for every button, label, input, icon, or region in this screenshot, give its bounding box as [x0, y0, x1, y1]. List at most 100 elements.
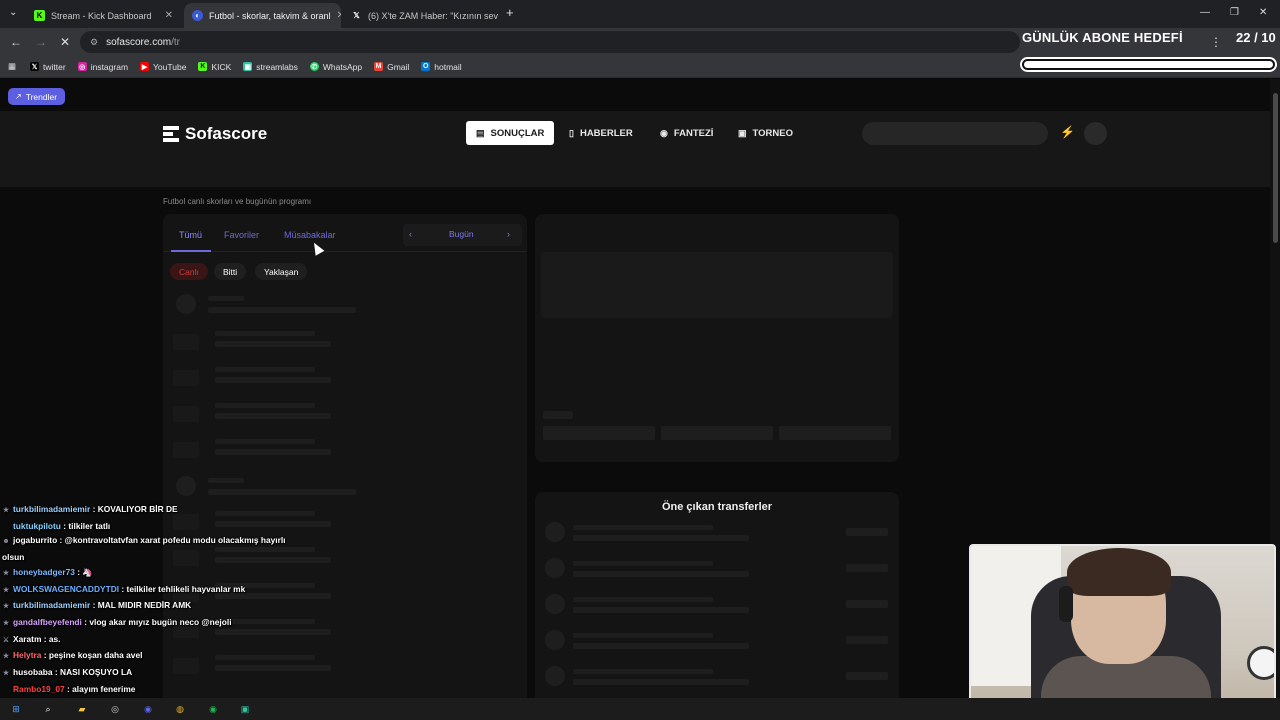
search-icon[interactable]: ⌕ — [40, 701, 56, 717]
skeleton-placeholder — [208, 489, 356, 495]
youtube-icon: ▶ — [140, 62, 150, 71]
goal-title: GÜNLÜK ABONE HEDEFİ — [1022, 30, 1183, 45]
chat-message: ★ honeybadger73 : 🦄 — [2, 565, 332, 582]
filter-live[interactable]: Canlı — [170, 263, 208, 280]
window-close-icon[interactable]: ✕ — [1259, 7, 1267, 18]
skeleton-placeholder — [545, 630, 565, 650]
avatar[interactable] — [1084, 122, 1107, 145]
filter-upcoming[interactable]: Yaklaşan — [255, 263, 308, 280]
chat-text: MAL MIDIR NEDİR AMK — [97, 600, 192, 611]
sofascore-logo[interactable]: Sofascore — [163, 124, 267, 144]
bookmark-hotmail[interactable]: Ohotmail — [421, 62, 462, 72]
discord-icon[interactable]: ◉ — [140, 701, 156, 717]
chat-username[interactable]: Xaratm — [13, 634, 41, 644]
site-info-icon[interactable]: ⚙ — [90, 37, 98, 48]
bookmark-label: twitter — [43, 61, 66, 72]
restore-icon[interactable]: ❐ — [1230, 7, 1239, 18]
skeleton-placeholder — [573, 597, 713, 602]
apps-icon[interactable]: ▦ — [8, 61, 16, 72]
chat-separator: : — [119, 583, 127, 594]
search-input[interactable] — [862, 122, 1048, 145]
new-tab-button[interactable]: + — [506, 5, 514, 20]
tab-kick-dashboard[interactable]: K Stream - Kick Dashboard ✕ — [26, 3, 181, 28]
bookmark-streamlabs[interactable]: ▣ streamlabs — [243, 62, 298, 72]
active-tab-indicator — [171, 250, 211, 252]
nav-tournament[interactable]: ▣ TORNEO — [728, 121, 803, 145]
chat-badge-icon: ★ — [2, 569, 10, 577]
trends-label: Trendler — [25, 91, 58, 102]
chat-username[interactable]: turkbilimadamiemir — [13, 600, 90, 610]
close-icon[interactable]: ✕ — [159, 10, 173, 21]
back-icon[interactable]: ← — [10, 35, 22, 49]
skeleton-placeholder — [215, 341, 331, 347]
chat-username[interactable]: jogaburrito — [13, 535, 57, 545]
nav-fantasy[interactable]: ◉ FANTEZİ — [650, 121, 723, 145]
whatsapp-icon: ✆ — [309, 62, 319, 71]
nav-news[interactable]: ▯ HABERLER — [559, 121, 643, 145]
folder-icon[interactable]: ▰ — [74, 701, 90, 717]
bookmark-twitter[interactable]: 𝕏twitter — [30, 62, 66, 72]
close-icon[interactable]: ✕ — [331, 10, 341, 21]
menu-icon[interactable]: ⋮ — [1210, 35, 1222, 49]
chat-badge-icon: ★ — [2, 670, 10, 678]
scrollbar-thumb[interactable] — [1273, 93, 1278, 243]
bookmark-instagram[interactable]: ◎ instagram — [77, 62, 128, 72]
chat-separator: : — [90, 504, 98, 514]
chat-username[interactable]: WOLKSWAGENCADDYTDI — [13, 584, 119, 594]
lightning-icon[interactable]: ⚡ — [1060, 125, 1075, 139]
chat-badge-icon: ★ — [2, 619, 10, 627]
site-header: Sofascore ▤ SONUÇLAR ▯ HABERLER ◉ FANTEZİ ▣… — [0, 111, 1280, 187]
url-input[interactable]: ⚙ sofascore.com /tr — [80, 31, 1020, 53]
tab-sofascore[interactable]: ◐ Futbol - skorlar, takvim & oranl ✕ — [184, 3, 341, 28]
chrome-icon[interactable]: ◍ — [172, 701, 188, 717]
chat-username[interactable]: tuktukpilotu — [13, 521, 61, 531]
tab-x-haber[interactable]: 𝕏 (6) X'te ZAM Haber: "Kızının sev ✕ — [343, 3, 498, 28]
skeleton-placeholder — [173, 442, 199, 458]
tab-all[interactable]: Tümü — [179, 230, 202, 240]
tab-favorites[interactable]: Favoriler — [224, 230, 259, 240]
minimize-icon[interactable]: — — [1200, 7, 1210, 18]
skeleton-placeholder — [573, 633, 713, 638]
gmail-icon: M — [374, 62, 384, 71]
bookmark-kick[interactable]: K KICK — [198, 62, 231, 72]
x-icon: 𝕏 — [30, 62, 40, 71]
streamlabs-icon[interactable]: ▣ — [237, 701, 253, 717]
trend-icon: ↗ — [15, 92, 22, 101]
nav-results[interactable]: ▤ SONUÇLAR — [466, 121, 555, 145]
chat-separator: : — [52, 667, 61, 678]
skeleton-placeholder — [846, 528, 888, 536]
bookmark-youtube[interactable]: ▶ YouTube — [140, 62, 186, 72]
chat-badge-icon: ⚔ — [2, 636, 10, 644]
chat-username[interactable]: Rambo19_07 — [13, 684, 65, 694]
chat-username[interactable]: turkbilimadamiemir — [13, 504, 90, 514]
trends-button[interactable]: ↗ Trendler — [8, 88, 66, 105]
url-domain: sofascore.com — [106, 36, 172, 48]
stop-loading-icon[interactable]: ✕ — [60, 35, 70, 49]
tab-competitions[interactable]: Müsabakalar — [284, 230, 336, 240]
skeleton-placeholder — [779, 426, 891, 440]
chat-username[interactable]: Helytra — [13, 650, 41, 660]
skeleton-placeholder — [215, 439, 315, 444]
chat-text: as. — [48, 633, 61, 644]
bookmark-label: KICK — [211, 61, 232, 72]
chat-separator: : — [90, 600, 98, 611]
chat-username[interactable]: husobaba — [13, 667, 53, 677]
chevron-right-icon[interactable]: › — [507, 229, 510, 239]
skeleton-placeholder — [543, 411, 573, 419]
obs-icon[interactable]: ◎ — [107, 701, 123, 717]
spotify-icon[interactable]: ◉ — [205, 701, 221, 717]
forward-icon[interactable]: → — [35, 35, 47, 49]
chevron-left-icon[interactable]: ‹ — [409, 229, 412, 239]
date-label[interactable]: Bugün — [449, 229, 474, 239]
bookmark-gmail[interactable]: M Gmail — [374, 62, 409, 72]
tab-search-icon[interactable]: ⌄ — [9, 7, 17, 18]
filter-finished[interactable]: Bitti — [214, 263, 247, 280]
chat-message: ★ turkbilimadamiemir : KOVALIYOR BİR DE — [2, 502, 332, 519]
chat-username[interactable]: gandalfbeyefendi — [13, 617, 82, 627]
chat-username[interactable]: honeybadger73 — [13, 567, 75, 577]
skeleton-placeholder — [545, 594, 565, 614]
skeleton-placeholder — [573, 679, 749, 685]
bookmark-whatsapp[interactable]: ✆ WhatsApp — [309, 62, 362, 72]
windows-icon[interactable]: ⊞ — [8, 701, 24, 717]
skeleton-placeholder — [661, 426, 773, 440]
